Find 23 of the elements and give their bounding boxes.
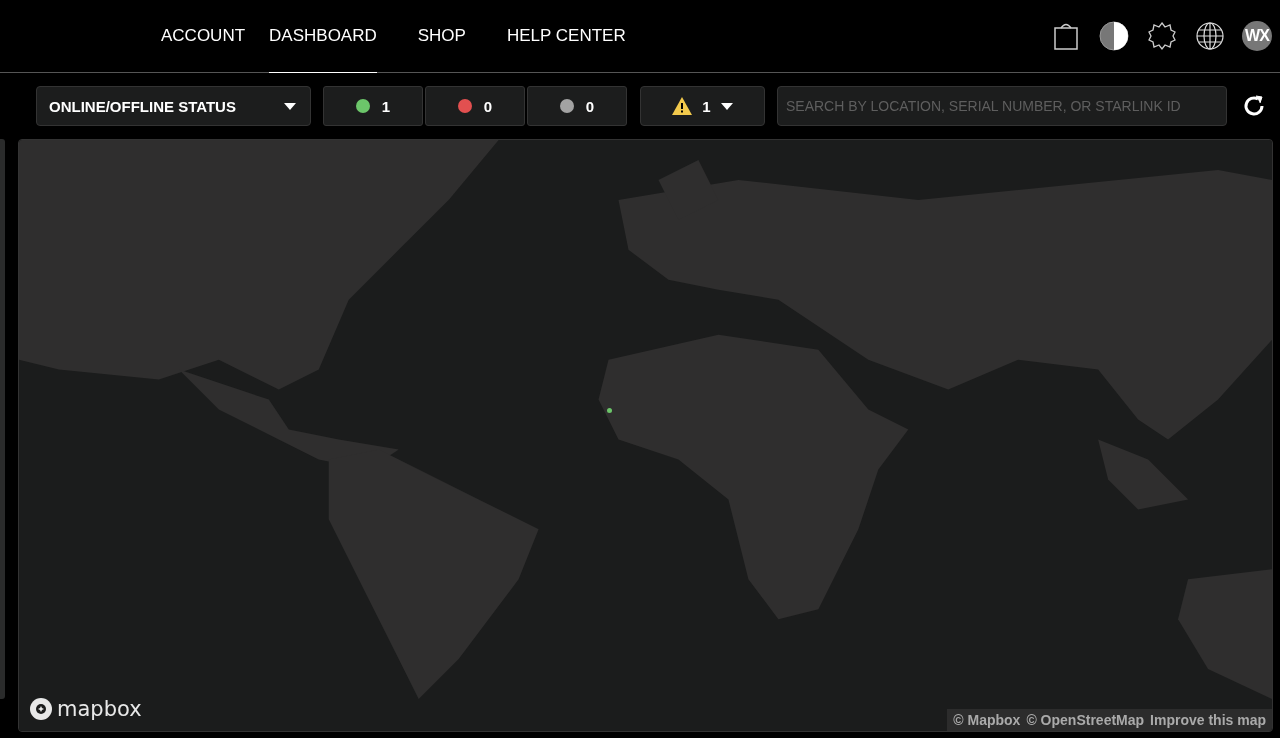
map[interactable]: mapbox © Mapbox © OpenStreetMap Improve this map (18, 139, 1273, 732)
mapbox-logo[interactable]: mapbox (29, 697, 142, 721)
nav-tab[interactable]: DASHBOARD (269, 0, 377, 73)
globe-icon[interactable] (1194, 20, 1226, 52)
user-avatar[interactable]: WX (1242, 21, 1272, 51)
nav-tab[interactable]: HELP CENTER (506, 0, 626, 73)
contrast-icon[interactable] (1098, 20, 1130, 52)
alerts-dropdown[interactable]: 1 (640, 86, 765, 126)
attribution-link[interactable]: © Mapbox (953, 712, 1021, 728)
caret-icon (720, 102, 733, 110)
warning-icon (672, 97, 693, 115)
status-filter-dropdown[interactable]: ONLINE/OFFLINE STATUS (36, 86, 311, 126)
nav-tab[interactable]: ACCOUNT (161, 0, 246, 73)
device-marker[interactable] (607, 408, 612, 413)
settings-icon[interactable] (1146, 20, 1178, 52)
nav-tab[interactable]: SHOP (417, 0, 466, 73)
search-field[interactable]: SEARCH BY LOCATION, SERIAL NUMBER, OR STARLINK ID (777, 86, 1227, 126)
status-count-button[interactable]: 0 (425, 86, 525, 126)
status-count-button[interactable]: 0 (527, 86, 627, 126)
attribution-link[interactable]: Improve this map (1150, 712, 1266, 728)
status-count-button[interactable]: 1 (323, 86, 423, 126)
attribution-link[interactable]: © OpenStreetMap (1026, 712, 1145, 728)
caret-icon (284, 102, 296, 110)
